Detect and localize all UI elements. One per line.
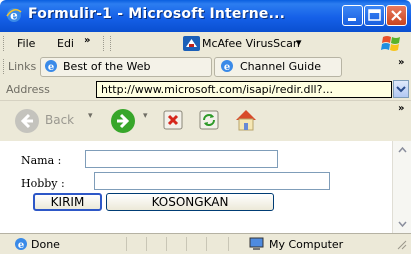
- status-bar: e Done My Computer: [0, 233, 411, 254]
- links-label: Links: [8, 60, 37, 73]
- home-icon[interactable]: [232, 106, 260, 134]
- toolbar-overflow-chevron[interactable]: »: [398, 103, 404, 114]
- toolbar-grip[interactable]: [3, 36, 6, 51]
- internet-explorer-icon: e: [15, 238, 27, 251]
- status-text: Done: [31, 238, 60, 251]
- link-label: Best of the Web: [63, 60, 151, 73]
- chevron-down-icon[interactable]: ▾: [296, 36, 302, 49]
- maximize-button[interactable]: [364, 5, 385, 26]
- close-icon: [391, 10, 402, 21]
- svg-text:e: e: [48, 62, 54, 73]
- status-divider: [146, 237, 147, 251]
- maximize-icon: [368, 9, 381, 21]
- links-overflow-chevron[interactable]: »: [398, 57, 404, 68]
- forward-dropdown-arrow[interactable]: ▾: [143, 111, 148, 121]
- hobby-label: Hobby :: [21, 177, 65, 190]
- stop-icon[interactable]: [163, 110, 183, 130]
- status-divider: [206, 237, 207, 251]
- forward-arrow-icon[interactable]: [110, 108, 136, 134]
- windows-logo-icon: [381, 36, 400, 51]
- nama-label: Nama :: [21, 154, 62, 167]
- status-divider: [228, 237, 229, 251]
- mcafee-icon: [183, 36, 200, 51]
- title-bar[interactable]: e Formulir-1 - Microsoft Interne...: [0, 0, 411, 32]
- mcafee-virusscan-button[interactable]: McAfee VirusScan: [202, 37, 300, 50]
- back-button-label[interactable]: Back: [45, 113, 74, 127]
- minimize-button[interactable]: [342, 5, 363, 26]
- scroll-up-icon[interactable]: [396, 143, 409, 156]
- menu-file[interactable]: File: [17, 37, 35, 50]
- back-dropdown-arrow[interactable]: ▾: [88, 111, 93, 121]
- kosongkan-button[interactable]: KOSONGKAN: [106, 193, 274, 211]
- navigation-toolbar: Back ▾ ▾ »: [0, 100, 411, 142]
- status-divider: [186, 237, 187, 251]
- link-label: Channel Guide: [240, 60, 321, 73]
- my-computer-icon: [249, 237, 264, 250]
- kirim-button[interactable]: KIRIM: [33, 193, 102, 211]
- status-divider: [126, 237, 127, 251]
- browser-window: e Formulir-1 - Microsoft Interne... File…: [0, 0, 411, 254]
- address-dropdown-button[interactable]: [393, 80, 409, 98]
- address-label: Address: [6, 83, 50, 96]
- close-button[interactable]: [386, 5, 407, 26]
- minimize-icon: [348, 18, 356, 21]
- hobby-input[interactable]: [94, 172, 330, 190]
- chevron-down-icon: [396, 86, 406, 93]
- link-channel-guide[interactable]: e Channel Guide: [214, 57, 342, 77]
- menu-overflow-chevron[interactable]: »: [84, 35, 90, 46]
- refresh-icon[interactable]: [199, 110, 219, 130]
- page-content: Nama : Hobby : KIRIM KOSONGKAN: [0, 141, 392, 233]
- nama-input[interactable]: [85, 150, 278, 168]
- svg-text:e: e: [18, 240, 24, 251]
- back-arrow-icon[interactable]: [14, 108, 40, 134]
- svg-text:e: e: [224, 62, 230, 73]
- toolbar-grip[interactable]: [103, 36, 106, 51]
- window-title: Formulir-1 - Microsoft Interne...: [28, 6, 286, 22]
- link-best-of-the-web[interactable]: e Best of the Web: [40, 57, 212, 77]
- zone-text: My Computer: [269, 238, 344, 251]
- resize-grip-icon[interactable]: [397, 240, 407, 250]
- status-divider: [166, 237, 167, 251]
- toolbar-separator: [110, 36, 113, 51]
- menu-edit[interactable]: Edi: [57, 37, 74, 50]
- internet-explorer-icon: e: [221, 60, 233, 73]
- menu-bar: File Edi » McAfee VirusScan ▾: [0, 32, 411, 56]
- internet-explorer-icon: e: [6, 8, 22, 23]
- address-tooltip: http://www.microsoft.com/isapi/redir.dll…: [96, 81, 392, 98]
- internet-explorer-icon: e: [45, 60, 57, 73]
- toolbar-grip[interactable]: [3, 59, 6, 74]
- vertical-scrollbar[interactable]: [392, 141, 411, 233]
- links-bar: Links e Best of the Web e Channel Guide …: [0, 55, 411, 79]
- scroll-down-icon[interactable]: [396, 217, 409, 230]
